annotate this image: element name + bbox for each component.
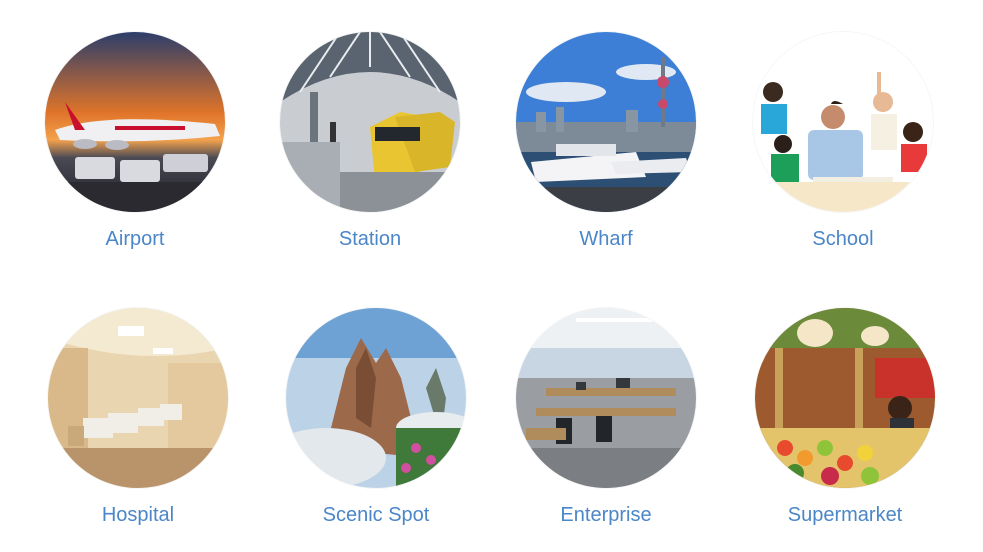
mountain-scene-icon xyxy=(286,308,466,488)
tile-wharf[interactable]: Wharf xyxy=(506,32,706,272)
tile-school[interactable]: School xyxy=(743,32,943,272)
supermarket-label[interactable]: Supermarket xyxy=(745,504,945,527)
enterprise-label[interactable]: Enterprise xyxy=(506,504,706,527)
airplane-scene-icon xyxy=(45,32,225,212)
supermarket-image[interactable] xyxy=(755,308,935,488)
classroom-scene-icon xyxy=(753,32,933,212)
wharf-image[interactable] xyxy=(516,32,696,212)
airport-label[interactable]: Airport xyxy=(35,228,235,251)
tile-station[interactable]: Station xyxy=(270,32,470,272)
tile-supermarket[interactable]: Supermarket xyxy=(745,308,945,548)
station-label[interactable]: Station xyxy=(270,228,470,251)
hospital-label[interactable]: Hospital xyxy=(38,504,238,527)
school-image[interactable] xyxy=(753,32,933,212)
scenic-spot-label[interactable]: Scenic Spot xyxy=(276,504,476,527)
tile-airport[interactable]: Airport xyxy=(35,32,235,272)
wharf-label[interactable]: Wharf xyxy=(506,228,706,251)
harbor-scene-icon xyxy=(516,32,696,212)
hospital-ward-scene-icon xyxy=(48,308,228,488)
office-scene-icon xyxy=(516,308,696,488)
scenic-spot-image[interactable] xyxy=(286,308,466,488)
hospital-image[interactable] xyxy=(48,308,228,488)
tile-scenic-spot[interactable]: Scenic Spot xyxy=(276,308,476,548)
tile-hospital[interactable]: Hospital xyxy=(38,308,238,548)
school-label[interactable]: School xyxy=(743,228,943,251)
airport-image[interactable] xyxy=(45,32,225,212)
train-station-scene-icon xyxy=(280,32,460,212)
produce-market-scene-icon xyxy=(755,308,935,488)
enterprise-image[interactable] xyxy=(516,308,696,488)
tile-enterprise[interactable]: Enterprise xyxy=(506,308,706,548)
station-image[interactable] xyxy=(280,32,460,212)
